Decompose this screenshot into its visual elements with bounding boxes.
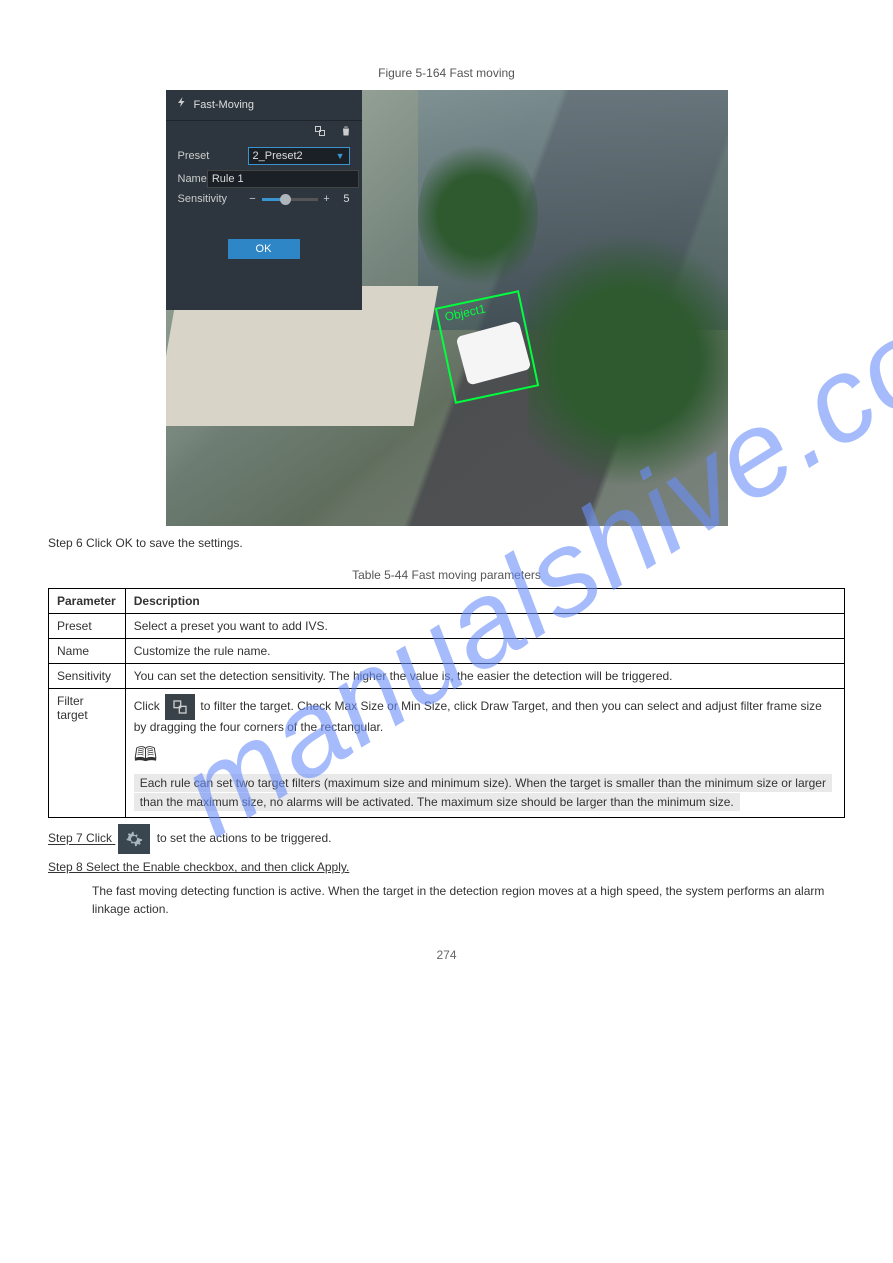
panel-title: Fast-Moving: [194, 90, 255, 120]
preset-label: Preset: [178, 150, 248, 162]
name-input[interactable]: [207, 170, 359, 188]
filter-target-icon: [165, 694, 195, 720]
minus-icon[interactable]: −: [248, 193, 258, 205]
preset-value: 2_Preset2: [253, 150, 303, 162]
table-row: Sensitivity You can set the detection se…: [49, 664, 845, 689]
delete-icon[interactable]: [340, 126, 352, 140]
bg-foliage2: [528, 210, 728, 510]
table-header-description: Description: [125, 589, 844, 614]
sensitivity-slider[interactable]: [262, 198, 318, 201]
table-row: Filter target Click to filter the target…: [49, 689, 845, 818]
table-caption: Table 5-44 Fast moving parameters: [48, 568, 845, 582]
step-8-description: The fast moving detecting function is ac…: [92, 882, 845, 918]
plus-icon[interactable]: +: [322, 193, 332, 205]
page-number: 274: [48, 948, 845, 962]
config-panel: Fast-Moving Preset 2_Preset2 ▼: [166, 90, 362, 310]
detection-label: Object1: [443, 302, 486, 324]
panel-header: Fast-Moving: [166, 90, 362, 121]
table-row: Name Customize the rule name.: [49, 639, 845, 664]
parameters-table: Parameter Description Preset Select a pr…: [48, 588, 845, 818]
step-8-line: Step 8 Select the Enable checkbox, and t…: [48, 860, 845, 874]
step-6-text: Step 6 Click OK to save the settings.: [48, 534, 845, 552]
name-label: Name: [178, 173, 207, 185]
chevron-down-icon: ▼: [336, 151, 345, 161]
figure-caption: Figure 5-164 Fast moving: [48, 66, 845, 80]
sensitivity-value: 5: [336, 193, 350, 205]
sensitivity-label: Sensitivity: [178, 193, 248, 205]
step-7-line: Step 7 Click to set the actions to be tr…: [48, 824, 845, 854]
panel-toolbar: [166, 121, 362, 142]
screenshot: Object1 Fast-Moving Preset: [166, 90, 728, 526]
preset-select[interactable]: 2_Preset2 ▼: [248, 147, 350, 165]
note-icon: 🕮: [134, 744, 158, 766]
table-row: Preset Select a preset you want to add I…: [49, 614, 845, 639]
gear-icon: [118, 824, 150, 854]
fast-moving-icon: [176, 90, 188, 120]
filter-target-icon[interactable]: [314, 126, 329, 140]
ok-button[interactable]: OK: [228, 239, 300, 259]
bg-foliage: [418, 135, 538, 295]
table-header-parameter: Parameter: [49, 589, 126, 614]
